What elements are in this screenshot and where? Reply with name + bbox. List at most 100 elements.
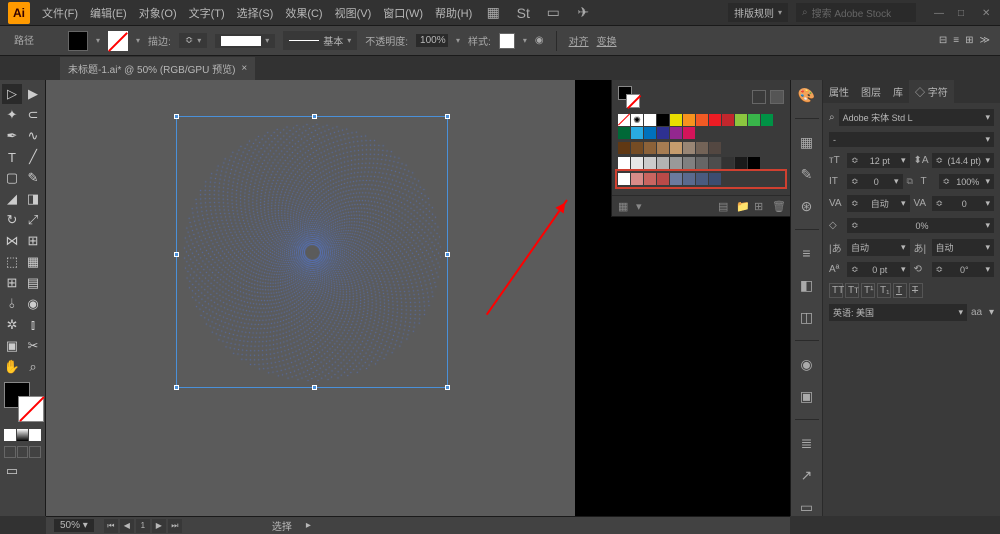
rectangle-tool[interactable]: ▢ xyxy=(2,168,22,188)
kerning-field[interactable]: ≎自动▾ xyxy=(847,195,910,212)
mini-fill-stroke[interactable] xyxy=(618,86,640,108)
fill-stroke-indicator[interactable] xyxy=(4,382,44,422)
font-style-field[interactable]: -▾ xyxy=(829,132,994,147)
hscale-field[interactable]: ≎100%▾ xyxy=(939,174,995,189)
stock-icon[interactable]: St xyxy=(514,4,532,22)
aki1-field[interactable]: 自动▾ xyxy=(847,239,910,256)
pen-tool[interactable]: ✒ xyxy=(2,126,22,146)
blend-tool[interactable]: ◉ xyxy=(23,294,43,314)
gradient-tool[interactable]: ▤ xyxy=(23,273,43,293)
swatch[interactable] xyxy=(709,114,721,126)
language-field[interactable]: 英语: 美国▾ xyxy=(829,304,967,321)
menu-view[interactable]: 视图(V) xyxy=(335,5,372,21)
menu-help[interactable]: 帮助(H) xyxy=(435,5,472,21)
slice-tool[interactable]: ✂ xyxy=(23,336,43,356)
hand-tool[interactable]: ✋ xyxy=(2,357,22,377)
search-input[interactable]: ⌕搜索 Adobe Stock xyxy=(796,3,916,22)
selection-tool[interactable]: ▷ xyxy=(2,84,22,104)
swatch-lib-icon[interactable]: ▦ xyxy=(618,200,630,212)
ctrl-icon2[interactable]: ≡ xyxy=(953,35,959,46)
ctrl-icon1[interactable]: ⊟ xyxy=(939,35,947,46)
swatch[interactable] xyxy=(618,173,630,185)
color-mode-none[interactable] xyxy=(29,429,41,441)
document-tab[interactable]: 未标题-1.ai* @ 50% (RGB/GPU 预览) × xyxy=(60,57,255,80)
opacity-dropdown[interactable]: ▾ xyxy=(456,36,460,45)
link-icon[interactable]: ⧉ xyxy=(907,176,917,187)
draw-inside[interactable] xyxy=(29,446,41,458)
zoom-tool[interactable]: ⌕ xyxy=(23,357,43,377)
swatch[interactable] xyxy=(722,157,734,169)
delete-swatch-icon[interactable]: 🗑 xyxy=(772,200,784,212)
swatch[interactable] xyxy=(683,157,695,169)
symbol-sprayer-tool[interactable]: ✲ xyxy=(2,315,22,335)
mesh-tool[interactable]: ⊞ xyxy=(2,273,22,293)
align-link[interactable]: 对齐 xyxy=(569,33,589,48)
swatches-panel-icon[interactable]: ▦ xyxy=(798,133,816,151)
shape-builder-tool[interactable]: ⬚ xyxy=(2,252,22,272)
swatch[interactable] xyxy=(657,142,669,154)
line-tool[interactable]: ╱ xyxy=(23,147,43,167)
tsume-field[interactable]: ≎0%▾ xyxy=(847,218,994,233)
close-icon[interactable]: ✕ xyxy=(982,8,992,18)
swatch-kind-icon[interactable]: ▾ xyxy=(636,200,648,212)
paintbrush-tool[interactable]: ✎ xyxy=(23,168,43,188)
swatch[interactable] xyxy=(618,157,630,169)
artboard-tool[interactable]: ▣ xyxy=(2,336,22,356)
swatch-opts-icon[interactable]: ▤ xyxy=(718,200,730,212)
shaper-tool[interactable]: ◢ xyxy=(2,189,22,209)
minimize-icon[interactable]: — xyxy=(934,8,944,18)
color-mode-gradient[interactable] xyxy=(17,429,29,441)
subscript-icon[interactable]: T₁ xyxy=(877,283,891,298)
swatch[interactable] xyxy=(644,142,656,154)
symbols-panel-icon[interactable]: ⊛ xyxy=(798,197,816,215)
swatch[interactable] xyxy=(735,157,747,169)
swatch[interactable] xyxy=(670,127,682,139)
swatch[interactable] xyxy=(631,173,643,185)
aki2-field[interactable]: 自动▾ xyxy=(932,239,995,256)
list-view-icon[interactable] xyxy=(752,90,766,104)
swatch[interactable] xyxy=(696,142,708,154)
bridge-icon[interactable]: ▦ xyxy=(484,4,502,22)
allcaps-icon[interactable]: TT xyxy=(829,283,843,298)
swatch[interactable] xyxy=(670,157,682,169)
stroke-dropdown[interactable]: ▾ xyxy=(136,36,140,45)
menu-file[interactable]: 文件(F) xyxy=(42,5,78,21)
strikethrough-icon[interactable]: T xyxy=(909,283,923,298)
workspace-dropdown[interactable]: 排版规则▾ xyxy=(728,3,788,22)
tab-character[interactable]: ◇ 字符 xyxy=(909,80,954,103)
brush-def[interactable]: 基本▾ xyxy=(283,31,357,50)
tab-libraries[interactable]: 库 xyxy=(887,80,909,103)
next-page[interactable]: ▶ xyxy=(152,519,166,533)
new-group-icon[interactable]: 📁 xyxy=(736,200,748,212)
style-swatch[interactable] xyxy=(499,33,515,49)
swatch[interactable] xyxy=(696,157,708,169)
last-page[interactable]: ⏭ xyxy=(168,519,182,533)
menu-type[interactable]: 文字(T) xyxy=(189,5,225,21)
swatch[interactable] xyxy=(670,173,682,185)
swatch[interactable] xyxy=(644,157,656,169)
swatch[interactable] xyxy=(683,114,695,126)
scale-tool[interactable]: ⤢ xyxy=(23,210,43,230)
first-page[interactable]: ⏮ xyxy=(104,519,118,533)
leading-field[interactable]: ≎(14.4 pt)▾ xyxy=(932,153,995,168)
superscript-icon[interactable]: T¹ xyxy=(861,283,875,298)
swatch[interactable] xyxy=(631,127,643,139)
swatch[interactable] xyxy=(735,114,747,126)
swatch[interactable] xyxy=(644,127,656,139)
swatch-none[interactable] xyxy=(618,114,630,126)
swatch[interactable] xyxy=(657,173,669,185)
swatch[interactable] xyxy=(683,173,695,185)
brushes-panel-icon[interactable]: ✎ xyxy=(798,165,816,183)
menu-effect[interactable]: 效果(C) xyxy=(285,5,322,21)
font-family-field[interactable]: Adobe 宋体 Std L▾ xyxy=(839,109,994,126)
type-tool[interactable]: T xyxy=(2,147,22,167)
stroke-weight[interactable]: ≎▾ xyxy=(179,33,207,48)
swatch[interactable] xyxy=(670,114,682,126)
appearance-icon[interactable]: ◉ xyxy=(798,355,816,373)
maximize-icon[interactable]: □ xyxy=(958,8,968,18)
artboards-icon[interactable]: ▭ xyxy=(798,498,816,516)
tracking-field[interactable]: ≎0▾ xyxy=(932,196,995,211)
fill-swatch[interactable] xyxy=(68,31,88,51)
asset-icon[interactable]: ↗ xyxy=(798,466,816,484)
swatch[interactable] xyxy=(722,114,734,126)
